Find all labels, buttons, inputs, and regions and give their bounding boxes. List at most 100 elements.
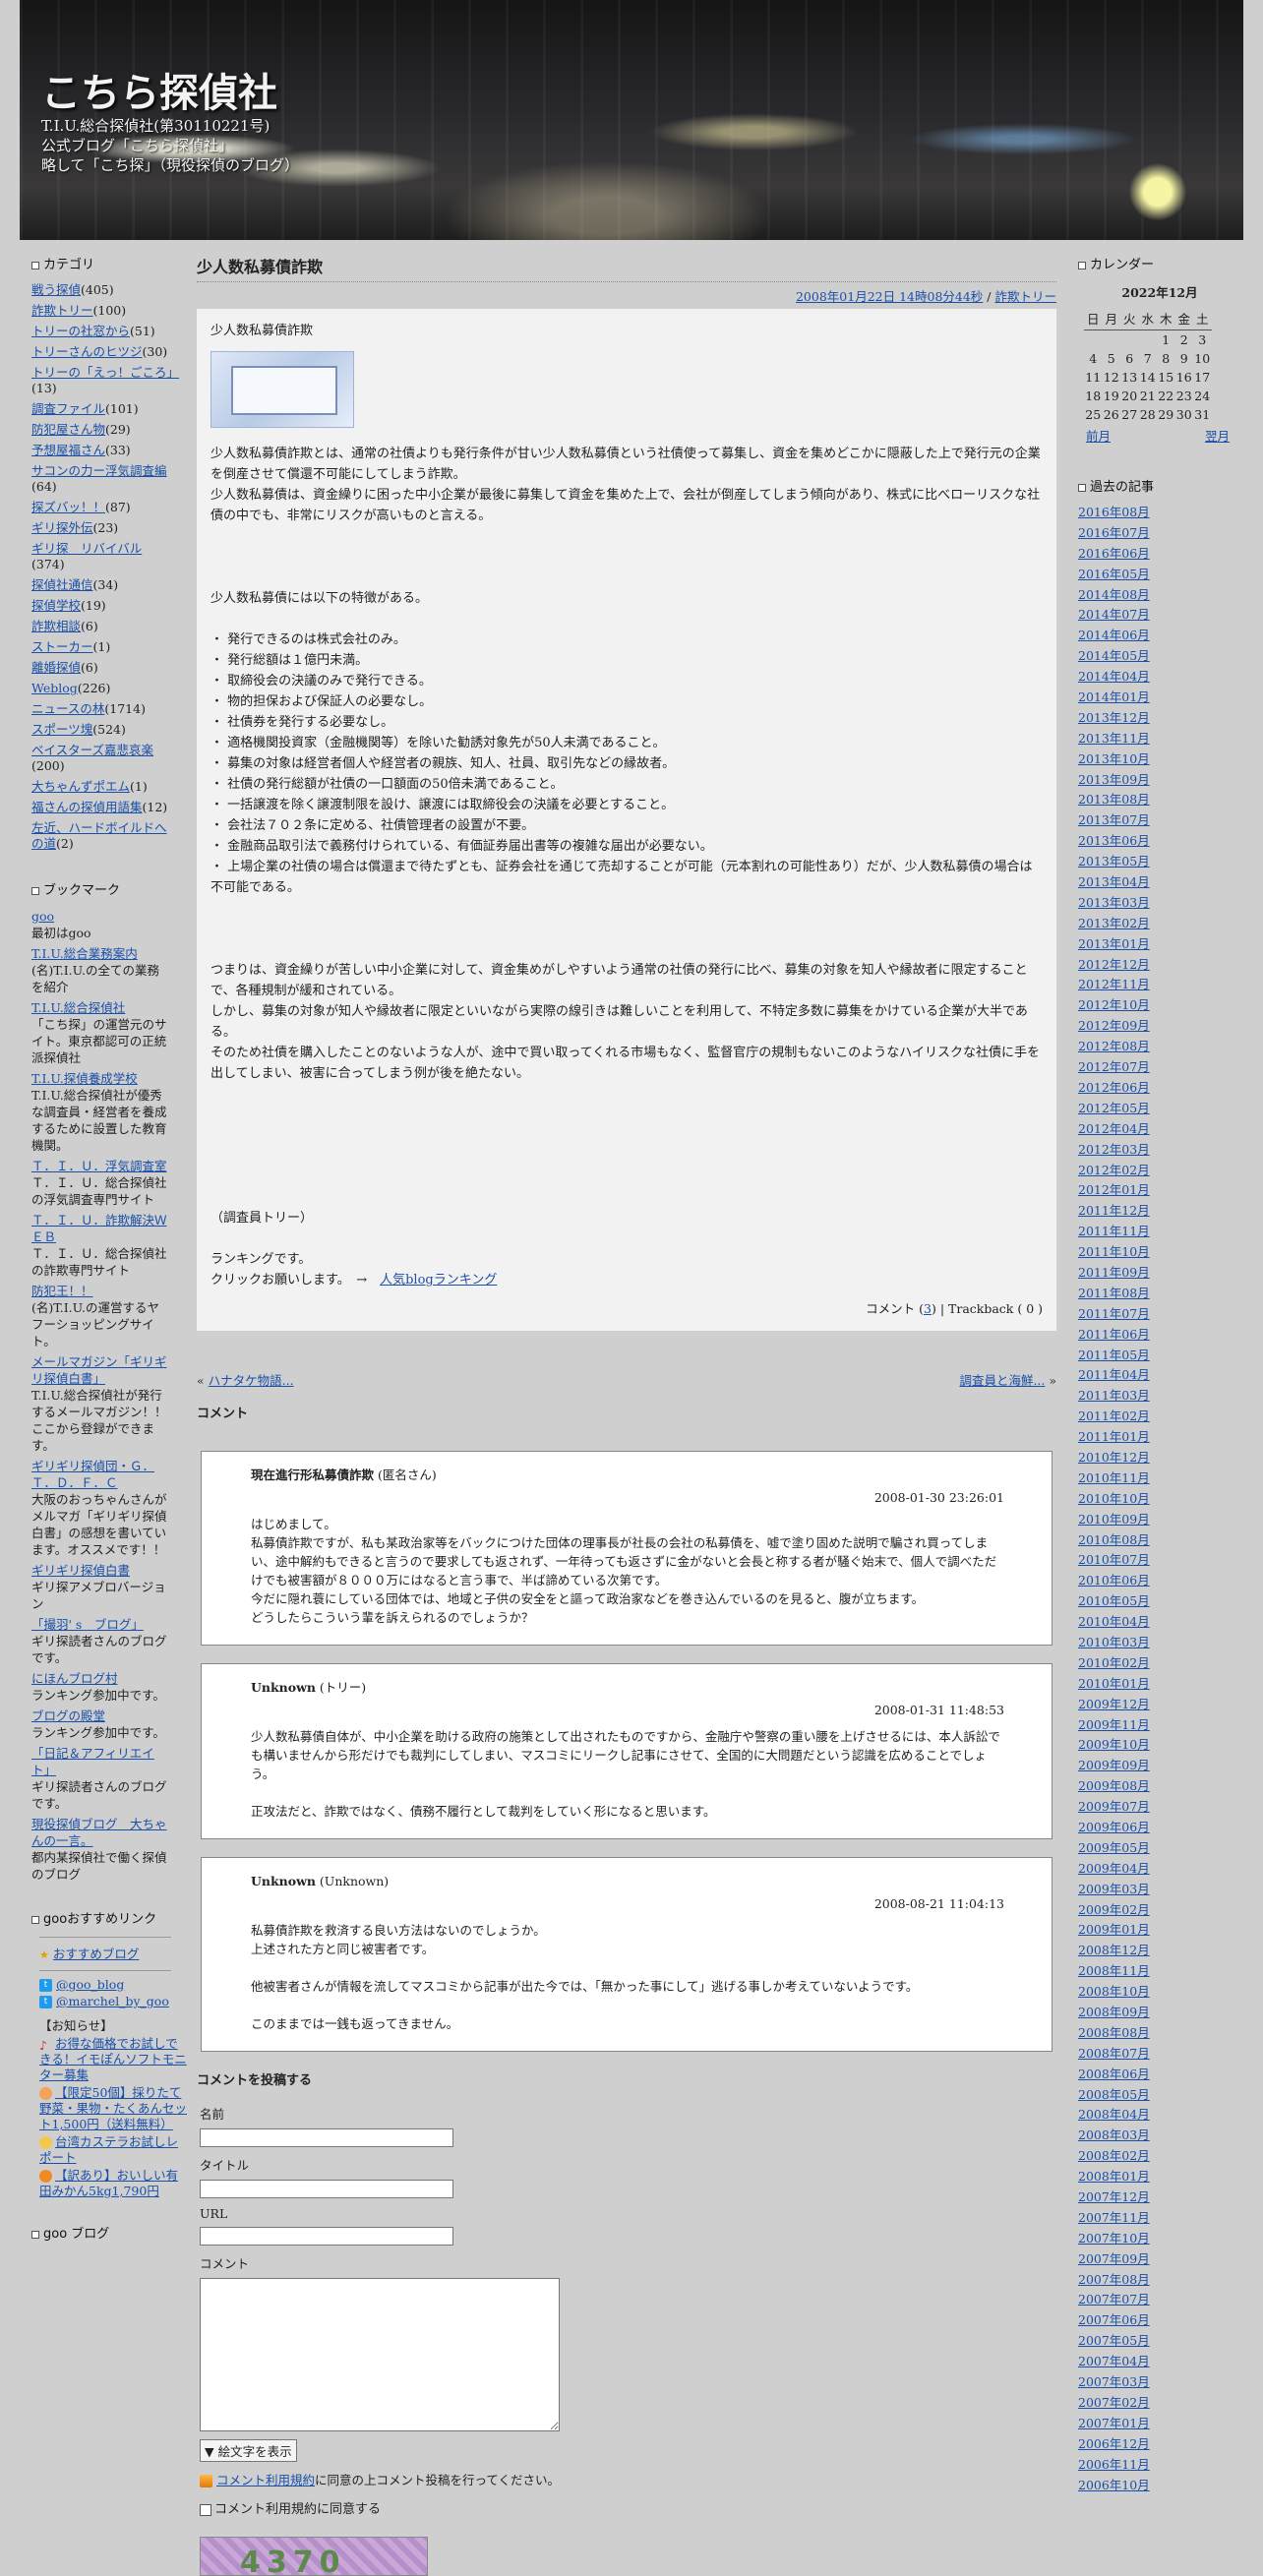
- archive-item[interactable]: 2008年11月: [1078, 1963, 1243, 1978]
- archive-item[interactable]: 2016年05月: [1078, 567, 1243, 581]
- archive-item[interactable]: 2006年10月: [1078, 2478, 1243, 2492]
- prev-month-link[interactable]: 前月: [1086, 426, 1111, 445]
- archive-link[interactable]: 2011年04月: [1078, 1367, 1150, 1382]
- category-name[interactable]: 防犯屋さん物: [31, 422, 105, 437]
- archive-item[interactable]: 2009年02月: [1078, 1902, 1243, 1917]
- archive-item[interactable]: 2010年05月: [1078, 1593, 1243, 1608]
- archive-item[interactable]: 2007年05月: [1078, 2333, 1243, 2348]
- archive-item[interactable]: 2007年04月: [1078, 2354, 1243, 2368]
- archive-item[interactable]: 2007年03月: [1078, 2374, 1243, 2389]
- archive-link[interactable]: 2009年07月: [1078, 1799, 1150, 1814]
- bookmark-link[interactable]: T.I.U.探偵養成学校: [31, 1071, 138, 1086]
- archive-item[interactable]: 2006年12月: [1078, 2436, 1243, 2451]
- archive-link[interactable]: 2013年05月: [1078, 854, 1150, 869]
- archive-item[interactable]: 2009年11月: [1078, 1717, 1243, 1732]
- archive-item[interactable]: 2013年01月: [1078, 936, 1243, 951]
- category-item[interactable]: 詐欺相談(6): [31, 619, 173, 634]
- archive-item[interactable]: 2008年01月: [1078, 2169, 1243, 2184]
- name-input[interactable]: [200, 2128, 453, 2147]
- category-item[interactable]: トリーの社窓から(51): [31, 324, 173, 339]
- category-name[interactable]: サコンの力ー浮気調査編: [31, 463, 167, 478]
- archive-item[interactable]: 2011年05月: [1078, 1348, 1243, 1362]
- category-name[interactable]: 探偵学校: [31, 598, 81, 613]
- category-name[interactable]: 戦う探偵: [31, 282, 81, 297]
- archive-link[interactable]: 2016年05月: [1078, 567, 1150, 581]
- archive-item[interactable]: 2013年05月: [1078, 854, 1243, 869]
- archive-item[interactable]: 2013年03月: [1078, 895, 1243, 910]
- archive-link[interactable]: 2007年04月: [1078, 2354, 1150, 2368]
- archive-link[interactable]: 2016年08月: [1078, 505, 1150, 519]
- archive-item[interactable]: 2013年09月: [1078, 772, 1243, 787]
- comment-count-link[interactable]: 3: [924, 1301, 932, 1316]
- archive-link[interactable]: 2012年06月: [1078, 1080, 1150, 1095]
- archive-item[interactable]: 2008年05月: [1078, 2087, 1243, 2102]
- archive-link[interactable]: 2011年07月: [1078, 1306, 1150, 1321]
- archive-item[interactable]: 2012年06月: [1078, 1080, 1243, 1095]
- archive-item[interactable]: 2008年03月: [1078, 2127, 1243, 2142]
- archive-link[interactable]: 2010年04月: [1078, 1614, 1150, 1629]
- category-name[interactable]: 大ちゃんずポエム: [31, 779, 130, 794]
- archive-link[interactable]: 2010年02月: [1078, 1655, 1150, 1670]
- archive-item[interactable]: 2011年03月: [1078, 1388, 1243, 1403]
- bookmark-link[interactable]: 「日記＆アフィリエイト」: [31, 1746, 154, 1777]
- archive-link[interactable]: 2006年11月: [1078, 2457, 1150, 2472]
- archive-link[interactable]: 2009年04月: [1078, 1861, 1150, 1876]
- category-name[interactable]: ギリ探 リバイバル: [31, 541, 142, 556]
- archive-item[interactable]: 2010年10月: [1078, 1491, 1243, 1506]
- archive-link[interactable]: 2013年03月: [1078, 895, 1150, 910]
- archive-link[interactable]: 2010年07月: [1078, 1552, 1150, 1567]
- archive-item[interactable]: 2014年06月: [1078, 628, 1243, 642]
- bookmark-link[interactable]: ギリギリ探偵団・Ｇ．Ｔ．Ｄ．Ｆ．Ｃ: [31, 1459, 154, 1490]
- category-item[interactable]: トリーさんのヒツジ(30): [31, 344, 173, 360]
- archive-link[interactable]: 2007年06月: [1078, 2312, 1150, 2327]
- archive-item[interactable]: 2008年04月: [1078, 2107, 1243, 2122]
- recommend-blog-link[interactable]: ★ おすすめブログ: [39, 1944, 171, 1962]
- emoji-select[interactable]: ▼ 絵文字を表示: [200, 2439, 297, 2462]
- archive-link[interactable]: 2014年06月: [1078, 628, 1150, 642]
- category-name[interactable]: 調査ファイル: [31, 401, 105, 416]
- category-name[interactable]: ギリ探外伝: [31, 520, 93, 535]
- category-name[interactable]: トリーの「えっ！ごころ」: [31, 365, 179, 380]
- category-name[interactable]: 予想屋福さん: [31, 443, 105, 457]
- category-name[interactable]: ニュースの林: [31, 701, 104, 716]
- archive-item[interactable]: 2011年11月: [1078, 1224, 1243, 1238]
- archive-item[interactable]: 2007年08月: [1078, 2272, 1243, 2287]
- archive-link[interactable]: 2007年12月: [1078, 2189, 1150, 2204]
- archive-item[interactable]: 2011年10月: [1078, 1244, 1243, 1259]
- category-item[interactable]: Weblog(226): [31, 681, 173, 696]
- category-item[interactable]: 大ちゃんずポエム(1): [31, 779, 173, 795]
- archive-link[interactable]: 2007年08月: [1078, 2272, 1150, 2287]
- archive-item[interactable]: 2013年07月: [1078, 812, 1243, 827]
- archive-item[interactable]: 2010年12月: [1078, 1450, 1243, 1465]
- archive-item[interactable]: 2013年02月: [1078, 916, 1243, 930]
- archive-item[interactable]: 2012年09月: [1078, 1018, 1243, 1033]
- archive-link[interactable]: 2008年12月: [1078, 1943, 1150, 1957]
- archive-link[interactable]: 2013年10月: [1078, 751, 1150, 766]
- archive-link[interactable]: 2007年01月: [1078, 2416, 1150, 2430]
- archive-link[interactable]: 2007年07月: [1078, 2292, 1150, 2306]
- archive-link[interactable]: 2008年09月: [1078, 2005, 1150, 2019]
- category-item[interactable]: スポーツ塊(524): [31, 722, 173, 738]
- archive-item[interactable]: 2014年08月: [1078, 587, 1243, 602]
- archive-link[interactable]: 2014年05月: [1078, 648, 1150, 663]
- archive-item[interactable]: 2008年07月: [1078, 2046, 1243, 2061]
- archive-link[interactable]: 2008年07月: [1078, 2046, 1150, 2061]
- archive-link[interactable]: 2009年10月: [1078, 1737, 1150, 1752]
- archive-item[interactable]: 2011年09月: [1078, 1265, 1243, 1280]
- archive-link[interactable]: 2011年05月: [1078, 1348, 1150, 1362]
- archive-item[interactable]: 2010年08月: [1078, 1532, 1243, 1547]
- archive-item[interactable]: 2008年02月: [1078, 2148, 1243, 2163]
- archive-link[interactable]: 2014年08月: [1078, 587, 1150, 602]
- archive-link[interactable]: 2009年12月: [1078, 1697, 1150, 1711]
- archive-link[interactable]: 2013年06月: [1078, 833, 1150, 848]
- archive-link[interactable]: 2009年11月: [1078, 1717, 1150, 1732]
- archive-link[interactable]: 2013年11月: [1078, 731, 1150, 746]
- archive-item[interactable]: 2014年05月: [1078, 648, 1243, 663]
- archive-item[interactable]: 2010年09月: [1078, 1512, 1243, 1527]
- archive-link[interactable]: 2012年09月: [1078, 1018, 1150, 1033]
- archive-link[interactable]: 2013年04月: [1078, 874, 1150, 889]
- archive-item[interactable]: 2006年11月: [1078, 2457, 1243, 2472]
- archive-item[interactable]: 2010年02月: [1078, 1655, 1243, 1670]
- archive-link[interactable]: 2010年03月: [1078, 1635, 1150, 1649]
- archive-link[interactable]: 2013年02月: [1078, 916, 1150, 930]
